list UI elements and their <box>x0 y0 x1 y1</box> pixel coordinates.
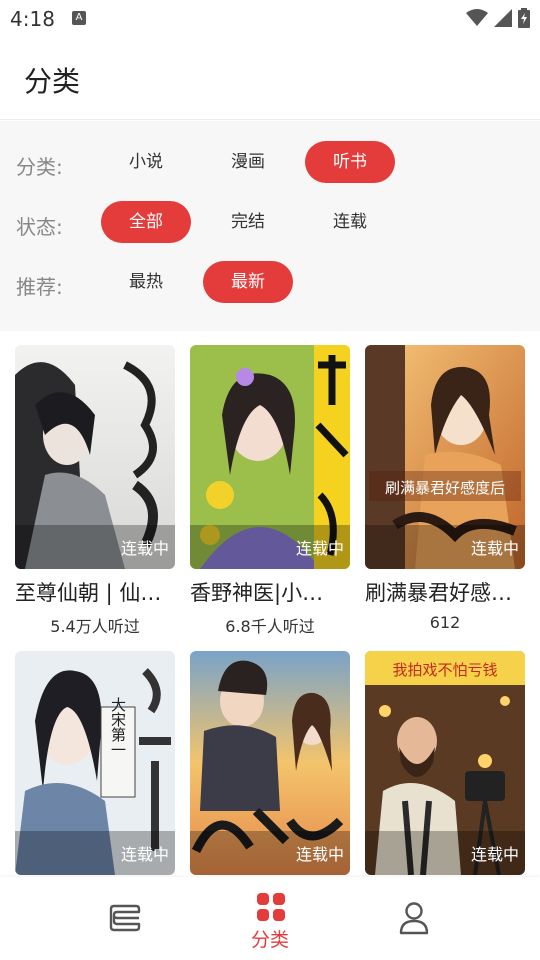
listen-count: 612 <box>429 613 461 632</box>
status-badge: 连载中 <box>295 539 344 558</box>
status-badge: 连载中 <box>470 539 519 558</box>
status-badge: 连载中 <box>120 845 169 864</box>
book-card[interactable]: 刷满暴君好感度后 连载中 刷满暴君好感… 612 <box>365 345 525 632</box>
status-badge: 连载中 <box>470 845 519 864</box>
book-cover[interactable]: 连载中 <box>15 345 175 569</box>
signal-icon <box>494 9 512 27</box>
chip-serializing[interactable]: 连载 <box>305 201 395 243</box>
chip-audiobook[interactable]: 听书 <box>305 141 395 183</box>
chip-completed[interactable]: 完结 <box>203 201 293 243</box>
chip-novel[interactable]: 小说 <box>101 141 191 183</box>
chip-comic[interactable]: 漫画 <box>203 141 293 183</box>
book-grid: 连载中 至尊仙朝 | 仙… 5.4万人听过 连载中 香野神医|小… 6.8千人听… <box>0 331 540 877</box>
status-badge: 连载中 <box>295 845 344 864</box>
book-cover[interactable]: 我拍戏不怕亏钱 连载中 <box>365 651 525 875</box>
nav-category-label: 分类 <box>250 929 289 951</box>
filter-row-recommend: 推荐: 最热 最新 <box>0 261 540 303</box>
book-card[interactable]: 连载中 <box>190 651 350 877</box>
filter-label-recommend: 推荐: <box>16 275 63 299</box>
chip-hottest[interactable]: 最热 <box>101 261 191 303</box>
cover-title-text: 刷满暴君好感度后 <box>385 479 505 497</box>
book-cover[interactable]: 刷满暴君好感度后 连载中 <box>365 345 525 569</box>
bookshelf-icon <box>109 904 141 932</box>
listen-count: 5.4万人听过 <box>50 617 140 636</box>
status-time: 4:18 <box>10 7 55 31</box>
battery-icon <box>518 8 530 28</box>
bottom-nav: 分类 <box>0 877 540 960</box>
status-badge: 连载中 <box>120 539 169 558</box>
status-badge-bg: 连载中 <box>190 831 350 875</box>
status-bar: 4:18 A <box>0 0 540 38</box>
status-icons <box>466 7 530 29</box>
book-card[interactable]: 连载中 香野神医|小… 6.8千人听过 <box>190 345 350 637</box>
filter-row-status: 状态: 全部 完结 连载 <box>0 201 540 243</box>
status-badge-bg: 连载中 <box>190 525 350 569</box>
status-badge-bg: 连载中 <box>15 525 175 569</box>
book-cover[interactable]: 大宋第一 连载中 <box>15 651 175 875</box>
wifi-icon <box>466 9 488 26</box>
cover-title-text: 大宋第一 <box>109 697 127 757</box>
status-badge-bg: 连载中 <box>365 525 525 569</box>
chip-all[interactable]: 全部 <box>101 201 191 243</box>
book-cover[interactable]: 连载中 <box>190 345 350 569</box>
filter-panel: 分类: 小说 漫画 听书 状态: 全部 完结 连载 推荐: 最热 最新 <box>0 121 540 331</box>
nav-category[interactable]: 分类 <box>180 877 360 960</box>
category-grid-icon <box>257 893 285 921</box>
book-card[interactable]: 大宋第一 连载中 <box>15 651 175 877</box>
status-badge-bg: 连载中 <box>15 831 175 875</box>
filter-label-status: 状态: <box>16 215 63 239</box>
filter-row-category: 分类: 小说 漫画 听书 <box>0 141 540 183</box>
filter-label-category: 分类: <box>16 155 63 179</box>
book-card[interactable]: 连载中 至尊仙朝 | 仙… 5.4万人听过 <box>15 345 175 637</box>
nav-profile[interactable] <box>360 877 540 960</box>
book-cover[interactable]: 连载中 <box>190 651 350 875</box>
book-title[interactable]: 至尊仙朝 | 仙… <box>15 577 175 607</box>
status-badge-bg: 连载中 <box>365 831 525 875</box>
book-title[interactable]: 刷满暴君好感… <box>365 577 525 607</box>
listen-count: 6.8千人听过 <box>225 617 315 636</box>
user-icon <box>399 902 429 935</box>
cover-title-text: 我拍戏不怕亏钱 <box>392 661 497 679</box>
chip-newest[interactable]: 最新 <box>203 261 293 303</box>
page-title: 分类 <box>24 65 81 98</box>
book-card[interactable]: 我拍戏不怕亏钱 连载中 <box>365 651 525 877</box>
app-header: 分类 <box>0 38 540 120</box>
notification-icon: A <box>72 11 86 25</box>
book-title[interactable]: 香野神医|小… <box>190 577 350 607</box>
